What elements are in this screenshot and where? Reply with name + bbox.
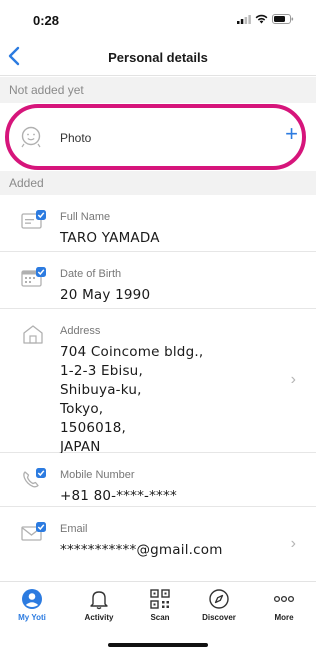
tab-discover[interactable]: Discover xyxy=(194,588,244,622)
id-card-verified-icon xyxy=(21,210,46,229)
detail-value: ***********@gmail.com xyxy=(60,542,223,558)
detail-label: Full Name xyxy=(60,211,111,223)
tab-my-yoti[interactable]: My Yoti xyxy=(7,588,57,622)
detail-value: 704 Coincome bldg., 1-2-3 Ebisu, Shibuya… xyxy=(60,344,204,455)
tab-scan[interactable]: Scan xyxy=(135,588,185,622)
tab-activity[interactable]: Activity xyxy=(74,588,124,622)
status-bar: 0:28 xyxy=(0,0,316,38)
bell-icon xyxy=(90,591,108,610)
tab-label: More xyxy=(274,613,294,622)
calendar-verified-icon xyxy=(21,267,46,287)
detail-row-date-of-birth[interactable]: Date of Birth 20 May 1990 xyxy=(0,252,316,309)
chevron-right-icon: › xyxy=(290,371,296,388)
status-time: 0:28 xyxy=(33,13,60,28)
detail-value: 20 May 1990 xyxy=(60,287,151,303)
person-circle-icon xyxy=(22,589,42,609)
envelope-verified-icon xyxy=(21,522,46,541)
signal-icon xyxy=(237,14,251,24)
house-icon xyxy=(23,325,43,344)
compass-icon xyxy=(209,589,229,609)
qr-code-icon xyxy=(150,589,170,609)
photo-row[interactable]: Photo + xyxy=(0,103,316,171)
section-header-added: Added xyxy=(0,171,316,195)
tab-label: Discover xyxy=(202,613,236,622)
detail-label: Email xyxy=(60,523,88,535)
home-indicator[interactable] xyxy=(108,643,208,647)
chevron-right-icon: › xyxy=(290,535,296,552)
tab-more[interactable]: More xyxy=(259,588,309,622)
nav-bar: Personal details xyxy=(0,38,316,76)
status-icons xyxy=(237,14,294,24)
detail-row-address[interactable]: Address 704 Coincome bldg., 1-2-3 Ebisu,… xyxy=(0,309,316,455)
phone-verified-icon xyxy=(23,468,46,488)
photo-label: Photo xyxy=(60,131,92,145)
tab-label: Scan xyxy=(150,613,170,622)
add-photo-button[interactable]: + xyxy=(285,123,298,145)
detail-label: Address xyxy=(60,325,101,337)
more-dots-icon xyxy=(273,595,295,603)
section-header-not-added: Not added yet xyxy=(0,77,316,103)
face-icon xyxy=(21,126,41,148)
detail-list: Full Name TARO YAMADA Date of Birth 20 M… xyxy=(0,195,316,560)
detail-value: TARO YAMADA xyxy=(60,230,160,246)
detail-label: Date of Birth xyxy=(60,268,122,280)
detail-row-email[interactable]: Email ***********@gmail.com › xyxy=(0,507,316,560)
detail-value: +81 80-****-**** xyxy=(60,488,177,504)
detail-row-mobile-number[interactable]: Mobile Number +81 80-****-**** xyxy=(0,453,316,507)
detail-row-full-name[interactable]: Full Name TARO YAMADA xyxy=(0,195,316,252)
tab-label: My Yoti xyxy=(18,613,46,622)
detail-label: Mobile Number xyxy=(60,469,135,481)
page-title: Personal details xyxy=(108,50,208,65)
tab-label: Activity xyxy=(84,613,114,622)
photo-highlight-outline xyxy=(5,104,306,170)
wifi-icon xyxy=(255,14,268,24)
battery-icon xyxy=(272,14,294,24)
